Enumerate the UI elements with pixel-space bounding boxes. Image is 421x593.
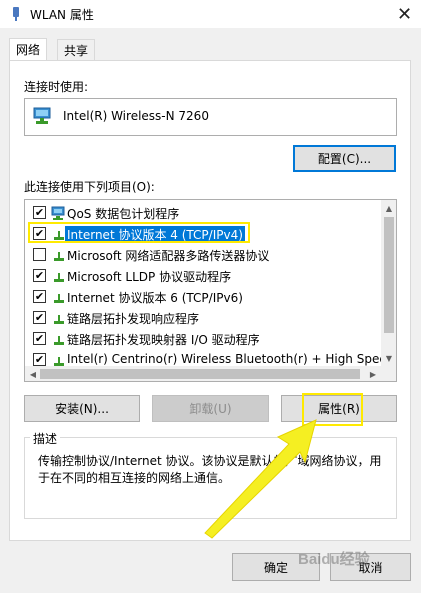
description-title: 描述 [30,430,61,447]
list-item[interactable]: Microsoft 网络适配器多路传送器协议 [25,244,381,265]
wlan-adapter-icon [13,7,19,21]
check-icon: ✔ [34,332,45,345]
list-item[interactable]: ✔ Microsoft LLDP 协议驱动程序 [25,265,381,286]
install-button[interactable]: 安装(N)... [24,395,140,422]
protocol-icon [54,357,64,366]
checkbox[interactable]: ✔ [33,353,46,366]
qos-network-icon [51,206,65,220]
check-icon: ✔ [34,206,45,219]
protocol-icon [54,315,64,324]
list-item-label: Internet 协议版本 4 (TCP/IPv4) [65,226,245,243]
adapter-box: Intel(R) Wireless-N 7260 [24,98,397,136]
list-item-label: 链路层拓扑发现映射器 I/O 驱动程序 [67,333,260,347]
checkbox[interactable]: ✔ [33,269,46,282]
list-item[interactable]: ✔ 链路层拓扑发现响应程序 [25,307,381,328]
list-item-label: Microsoft 网络适配器多路传送器协议 [67,249,270,263]
install-button-label: 安装(N)... [55,402,109,416]
vertical-scroll-thumb[interactable] [384,217,394,333]
watermark-logo: Baidu经验 [298,551,370,568]
checkbox[interactable]: ✔ [33,206,46,219]
checkbox[interactable]: ✔ [33,227,46,240]
configure-button[interactable]: 配置(C)... [293,145,396,172]
list-item[interactable]: ✔ QoS 数据包计划程序 [25,202,381,223]
tab-label: 共享 [64,43,89,58]
properties-button[interactable]: 属性(R) [281,395,397,422]
configure-button-label: 配置(C)... [317,152,372,166]
list-item[interactable]: ✔ 链路层拓扑发现映射器 I/O 驱动程序 [25,328,381,349]
tab-sharing[interactable]: 共享 [57,39,96,60]
list-item[interactable]: ✔ Internet 协议版本 6 (TCP/IPv6) [25,286,381,307]
check-icon: ✔ [34,311,45,324]
list-item-label: QoS 数据包计划程序 [67,207,180,221]
checkbox[interactable] [33,248,46,261]
protocol-icon [54,252,64,261]
description-text: 传输控制协议/Internet 协议。该协议是默认的广域网络协议，用于在不同的相… [38,454,382,485]
list-item[interactable]: ✔ Intel(r) Centrino(r) Wireless Bluetoot… [25,349,381,366]
adapter-name: Intel(R) Wireless-N 7260 [63,109,209,123]
checkbox[interactable]: ✔ [33,311,46,324]
check-icon: ✔ [34,290,45,303]
list-item-label: Microsoft LLDP 协议驱动程序 [67,270,232,284]
close-button[interactable]: ✕ [388,0,421,28]
uninstall-button-label: 卸载(U) [189,402,232,416]
horizontal-scroll-thumb[interactable] [40,369,360,379]
network-adapter-icon [33,107,51,124]
ok-button-label: 确定 [263,560,288,575]
tab-networking[interactable]: 网络 [9,38,48,60]
check-icon: ✔ [34,353,45,366]
uninstall-button: 卸载(U) [152,395,269,422]
list-item-label: Intel(r) Centrino(r) Wireless Bluetooth(… [67,352,381,366]
list-item-label: 链路层拓扑发现响应程序 [67,312,200,326]
items-label: 此连接使用下列项目(O): [24,180,155,194]
scroll-up-arrow-icon[interactable]: ▲ [381,200,396,216]
list-item-selected[interactable]: ✔ Internet 协议版本 4 (TCP/IPv4) [25,223,381,244]
checkbox[interactable]: ✔ [33,332,46,345]
close-icon: ✕ [396,3,413,25]
scroll-right-arrow-icon[interactable]: ▶ [365,366,381,381]
scrollbar-corner [381,366,396,381]
tab-label: 网络 [16,43,41,57]
scroll-left-arrow-icon[interactable]: ◀ [25,366,41,381]
scroll-down-arrow-icon[interactable]: ▼ [381,350,396,366]
protocol-icon [54,294,64,303]
protocol-icon [54,273,64,282]
connect-using-label: 连接时使用: [24,80,89,94]
checkbox[interactable]: ✔ [33,290,46,303]
properties-button-label: 属性(R) [318,402,360,416]
titlebar: WLAN 属性 ✕ [0,0,421,28]
window-title: WLAN 属性 [30,8,94,22]
check-icon: ✔ [34,269,45,282]
check-icon: ✔ [34,227,45,240]
list-item-label: Internet 协议版本 6 (TCP/IPv6) [67,291,243,305]
protocol-icon [54,336,64,345]
components-list[interactable]: ✔ QoS 数据包计划程序 ✔ Internet 协议版本 4 (TCP/IPv… [24,199,397,382]
